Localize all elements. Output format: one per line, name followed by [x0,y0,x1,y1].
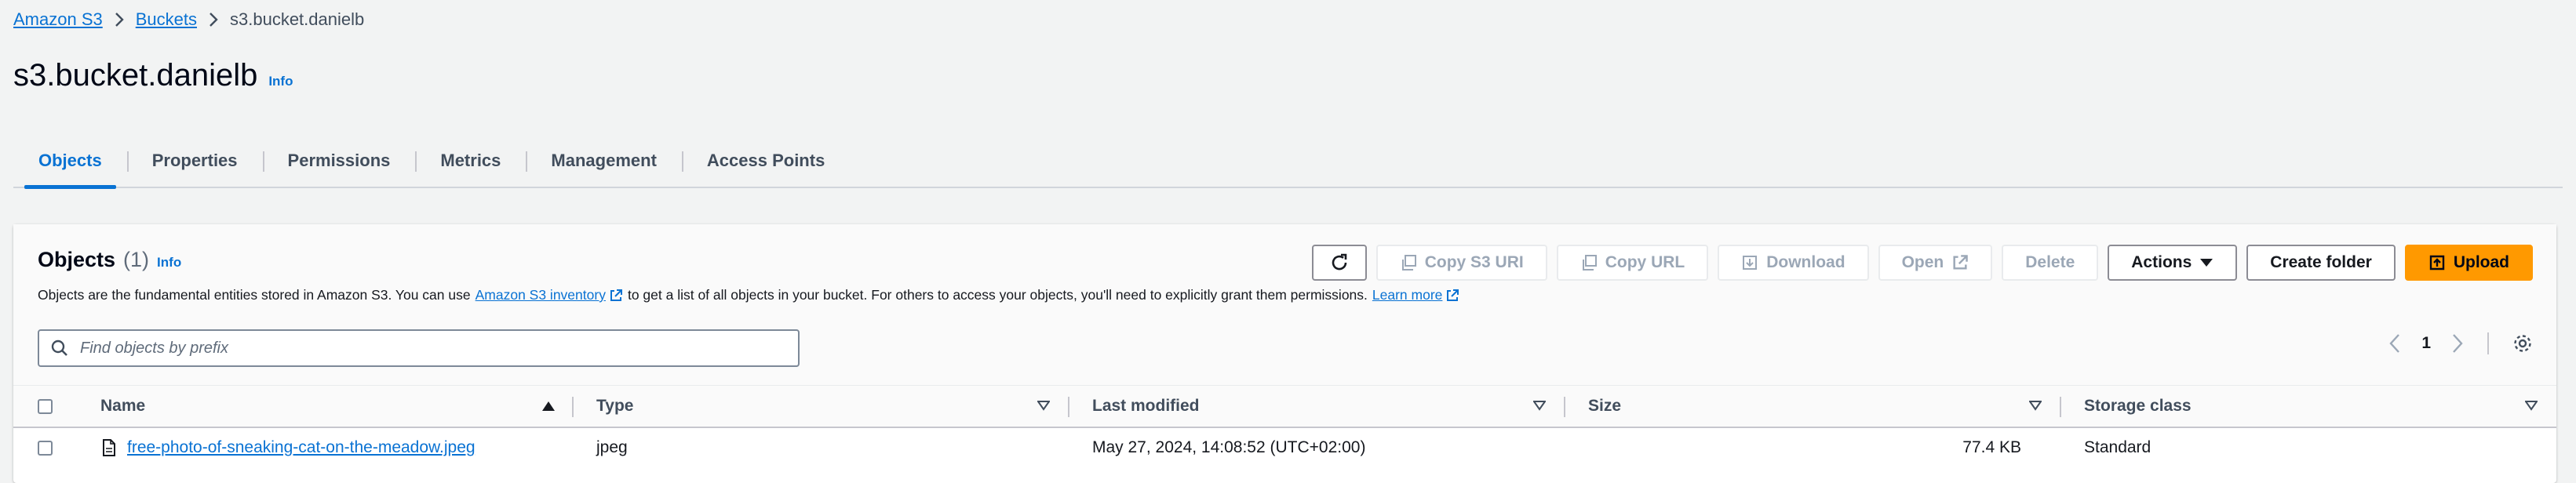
external-link-icon [1447,289,1459,301]
tab-permissions[interactable]: Permissions [262,134,416,187]
pagination-divider [2487,332,2489,354]
pagination: 1 [2388,332,2533,354]
description-prefix: Objects are the fundamental entities sto… [38,287,471,303]
objects-panel-title: Objects (1) Info [38,248,181,272]
sort-ascending-icon[interactable] [541,400,556,412]
objects-info-link[interactable]: Info [157,255,181,271]
column-separator[interactable] [1564,397,1565,417]
column-header-name[interactable]: Name [100,386,145,427]
tab-properties[interactable]: Properties [126,134,263,187]
file-icon [103,439,115,456]
breadcrumb: Amazon S3 Buckets s3.bucket.danielb [13,8,364,31]
search-box [38,329,800,367]
page-title: s3.bucket.danielb [13,58,258,93]
chevron-left-icon[interactable] [2388,333,2401,354]
copy-url-label: Copy URL [1605,253,1685,271]
column-header-storage-class[interactable]: Storage class [2084,386,2192,427]
create-folder-label: Create folder [2270,253,2372,271]
sort-icon[interactable] [1037,400,1050,411]
select-all-cell [38,386,53,427]
open-button[interactable]: Open [1878,245,1993,281]
sort-icon[interactable] [2029,400,2042,411]
create-folder-button[interactable]: Create folder [2246,245,2396,281]
refresh-icon [1332,253,1347,271]
sort-icon[interactable] [2525,400,2538,411]
breadcrumb-buckets[interactable]: Buckets [136,9,197,30]
s3-inventory-link[interactable]: Amazon S3 inventory [475,287,623,303]
chevron-right-icon [114,12,125,27]
objects-toolbar: Copy S3 URI Copy URL Download Open Delet… [1311,245,2533,281]
actions-dropdown[interactable]: Actions [2108,245,2238,281]
copy-url-button[interactable]: Copy URL [1556,245,1709,281]
page-info-link[interactable]: Info [268,74,293,89]
column-separator[interactable] [1068,397,1069,417]
column-separator[interactable] [572,397,574,417]
tab-list: Objects Properties Permissions Metrics M… [13,134,2563,189]
column-header-size[interactable]: Size [1588,386,1621,427]
object-storage-class: Standard [2084,438,2152,456]
select-all-checkbox[interactable] [38,398,53,414]
row-checkbox[interactable] [38,440,53,456]
page-header: s3.bucket.danielb Info [13,58,293,97]
object-name-cell: free-photo-of-sneaking-cat-on-the-meadow… [102,430,475,466]
refresh-button[interactable] [1311,245,1367,281]
objects-heading: Objects [38,248,116,271]
tab-metrics[interactable]: Metrics [415,134,526,187]
column-header-type[interactable]: Type [596,386,633,427]
chevron-right-icon [208,12,219,27]
object-size: 77.4 KB [1962,438,2021,456]
copy-icon [1401,255,1416,271]
tab-management[interactable]: Management [526,134,681,187]
object-last-modified: May 27, 2024, 14:08:52 (UTC+02:00) [1092,438,1366,456]
open-label: Open [1901,253,1944,271]
table-row: free-photo-of-sneaking-cat-on-the-meadow… [13,430,2556,466]
delete-label: Delete [2025,253,2075,271]
chevron-right-icon[interactable] [2451,333,2464,354]
objects-count: (1) [123,248,150,271]
breadcrumb-current: s3.bucket.danielb [230,9,365,29]
tab-objects[interactable]: Objects [13,134,127,189]
breadcrumb-amazon-s3[interactable]: Amazon S3 [13,9,103,30]
objects-panel: Objects (1) Info Objects are the fundame… [13,224,2556,483]
download-label: Download [1766,253,1845,271]
objects-description: Objects are the fundamental entities sto… [38,287,1464,303]
delete-button[interactable]: Delete [2002,245,2099,281]
gear-icon[interactable] [2512,333,2533,354]
search-icon [51,340,67,356]
learn-more-link[interactable]: Learn more [1372,287,1460,303]
s3-inventory-link-label: Amazon S3 inventory [475,287,606,303]
objects-panel-header: Objects (1) Info Objects are the fundame… [13,224,2556,386]
external-link-icon [1953,255,1969,270]
caret-down-icon [2200,259,2213,267]
tab-access-points[interactable]: Access Points [681,134,850,187]
copy-icon [1582,255,1597,271]
download-icon [1743,256,1758,270]
upload-label: Upload [2453,253,2509,271]
page-number[interactable]: 1 [2421,334,2431,353]
object-type: jpeg [596,438,628,456]
column-header-last-modified[interactable]: Last modified [1092,386,1200,427]
row-select-cell [38,430,53,466]
object-name-link[interactable]: free-photo-of-sneaking-cat-on-the-meadow… [127,438,475,457]
download-button[interactable]: Download [1718,245,1869,281]
actions-label: Actions [2131,253,2192,271]
sort-icon[interactable] [1533,400,1546,411]
description-middle: to get a list of all objects in your buc… [627,287,1368,303]
external-link-icon [610,289,622,301]
learn-more-label: Learn more [1372,287,1443,303]
search-input[interactable] [80,339,771,358]
upload-icon [2429,255,2445,271]
copy-s3-uri-label: Copy S3 URI [1424,253,1524,271]
copy-s3-uri-button[interactable]: Copy S3 URI [1375,245,1547,281]
column-separator[interactable] [2060,397,2061,417]
table-header: Name Type Last modified Size Storage cla… [13,386,2556,428]
upload-button[interactable]: Upload [2404,245,2533,281]
